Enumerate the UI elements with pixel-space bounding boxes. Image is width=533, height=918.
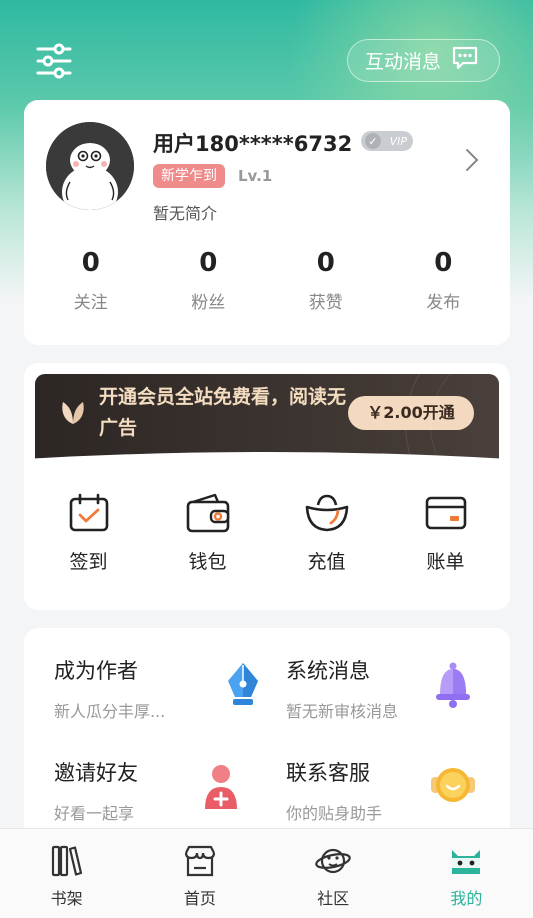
tab-bookshelf[interactable]: 书架 (0, 829, 133, 918)
vip-promo-text: 开通会员全站免费看，阅读无广告 (99, 386, 347, 439)
tab-label: 书架 (50, 889, 83, 908)
tool-bill[interactable]: 账单 (386, 491, 505, 574)
stat-value: 0 (434, 248, 453, 278)
calendar-check-icon (29, 491, 148, 535)
avatar[interactable] (46, 122, 134, 210)
pen-nib-icon (218, 657, 268, 713)
vip-badge[interactable]: ✓ VIP (361, 131, 413, 151)
bottom-tab-bar: 书架 首页 社区 我的 (0, 828, 533, 918)
vip-check-icon: ✓ (365, 133, 381, 149)
bookshelf-icon (0, 843, 133, 879)
wallet-tools: 签到 钱包 充值 账单 (24, 491, 510, 574)
tool-recharge[interactable]: 充值 (267, 491, 386, 574)
planet-icon (267, 843, 400, 879)
user-level: Lv.1 (238, 167, 273, 185)
add-user-icon (196, 759, 246, 815)
tab-label: 社区 (317, 889, 350, 908)
interactive-messages-button[interactable]: 互动消息 (347, 39, 500, 82)
tool-wallet[interactable]: 钱包 (148, 491, 267, 574)
bell-icon (428, 657, 478, 713)
tab-label: 我的 (450, 889, 483, 908)
messages-label: 互动消息 (365, 51, 442, 73)
stat-likes[interactable]: 0 获赞 (267, 246, 385, 313)
wallet-icon (148, 491, 267, 535)
tab-label: 首页 (183, 889, 216, 908)
profile-card[interactable]: 用户180*****6732 ✓ VIP 新学乍到 Lv.1 暂无简介 0 关注… (24, 100, 510, 345)
gold-ingot-icon (267, 491, 386, 535)
vip-badge-label: VIP (389, 134, 407, 148)
username: 用户180*****6732 (153, 132, 353, 156)
newbie-tag: 新学乍到 (153, 164, 225, 188)
system-messages-item[interactable]: 系统消息 暂无新审核消息 (286, 655, 506, 735)
stat-label: 获赞 (308, 293, 343, 313)
leaf-icon (59, 398, 87, 426)
chevron-right-icon[interactable] (464, 148, 480, 172)
stat-label: 关注 (73, 293, 108, 313)
tab-home[interactable]: 首页 (133, 829, 266, 918)
tool-label: 账单 (426, 551, 465, 573)
tool-label: 钱包 (188, 551, 227, 573)
user-bio: 暂无简介 (153, 204, 218, 223)
stat-posts[interactable]: 0 发布 (385, 246, 503, 313)
settings-icon[interactable] (34, 42, 74, 80)
tool-label: 签到 (69, 551, 108, 573)
invite-friends-item[interactable]: 邀请好友 好看一起享 (54, 757, 274, 837)
services-card: 成为作者 新人瓜分丰厚... 系统消息 暂无新审核消息 邀请好友 好看一起享 联… (24, 628, 510, 848)
vip-open-button[interactable]: ￥2.00开通 (348, 396, 474, 430)
chat-bubble-icon (451, 45, 479, 76)
stat-value: 0 (199, 248, 218, 278)
stat-label: 发布 (426, 293, 461, 313)
stat-label: 粉丝 (191, 293, 226, 313)
mascot-icon (400, 843, 533, 879)
headset-icon (428, 759, 478, 815)
stat-following[interactable]: 0 关注 (32, 246, 150, 313)
banner-wave (24, 452, 510, 481)
tool-checkin[interactable]: 签到 (29, 491, 148, 574)
wallet-card: 开通会员全站免费看，阅读无广告 ￥2.00开通 签到 钱包 充值 账单 (24, 363, 510, 610)
card-icon (386, 491, 505, 535)
become-author-item[interactable]: 成为作者 新人瓜分丰厚... (54, 655, 274, 735)
tab-mine[interactable]: 我的 (400, 829, 533, 918)
store-icon (133, 843, 266, 879)
stat-followers[interactable]: 0 粉丝 (150, 246, 268, 313)
stat-value: 0 (316, 248, 335, 278)
profile-stats: 0 关注 0 粉丝 0 获赞 0 发布 (24, 246, 510, 313)
tab-community[interactable]: 社区 (267, 829, 400, 918)
tool-label: 充值 (307, 551, 346, 573)
stat-value: 0 (81, 248, 100, 278)
customer-service-item[interactable]: 联系客服 你的贴身助手 (286, 757, 506, 837)
